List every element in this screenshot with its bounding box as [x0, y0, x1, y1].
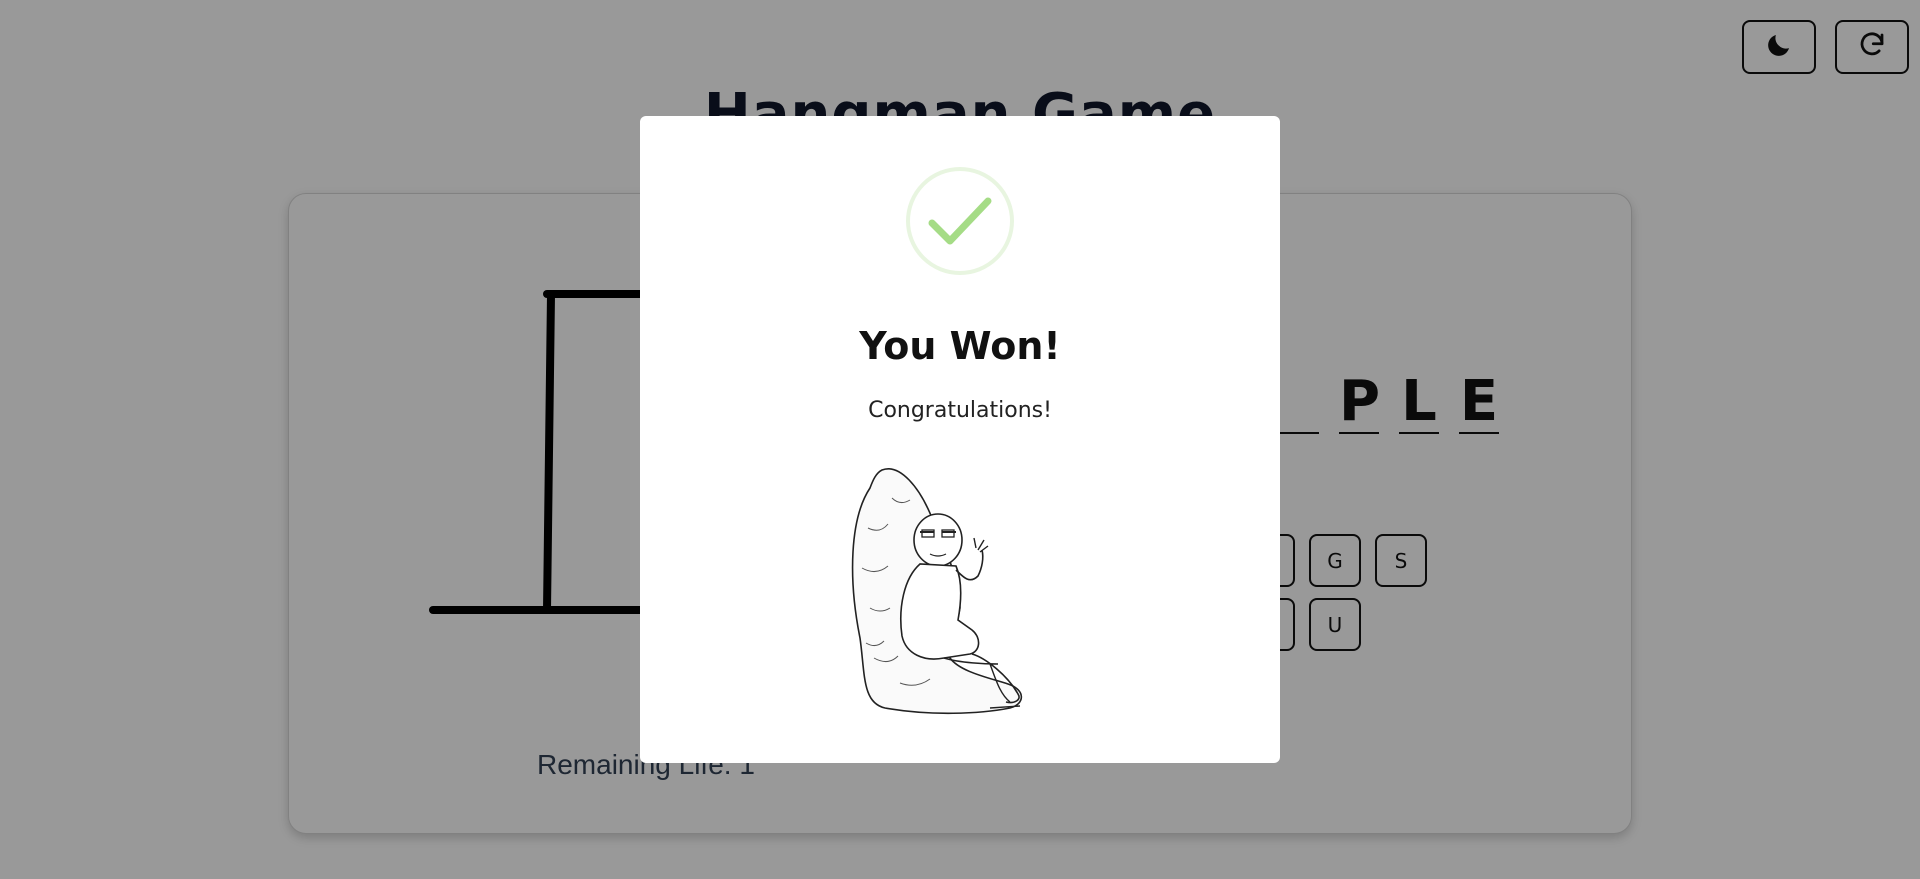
win-dialog: You Won! Congratulations! [640, 116, 1280, 763]
wojak-on-throne-illustration [851, 468, 1023, 715]
dialog-title: You Won! [859, 324, 1061, 368]
success-check-icon [904, 165, 1016, 277]
dialog-message: Congratulations! [868, 398, 1052, 423]
